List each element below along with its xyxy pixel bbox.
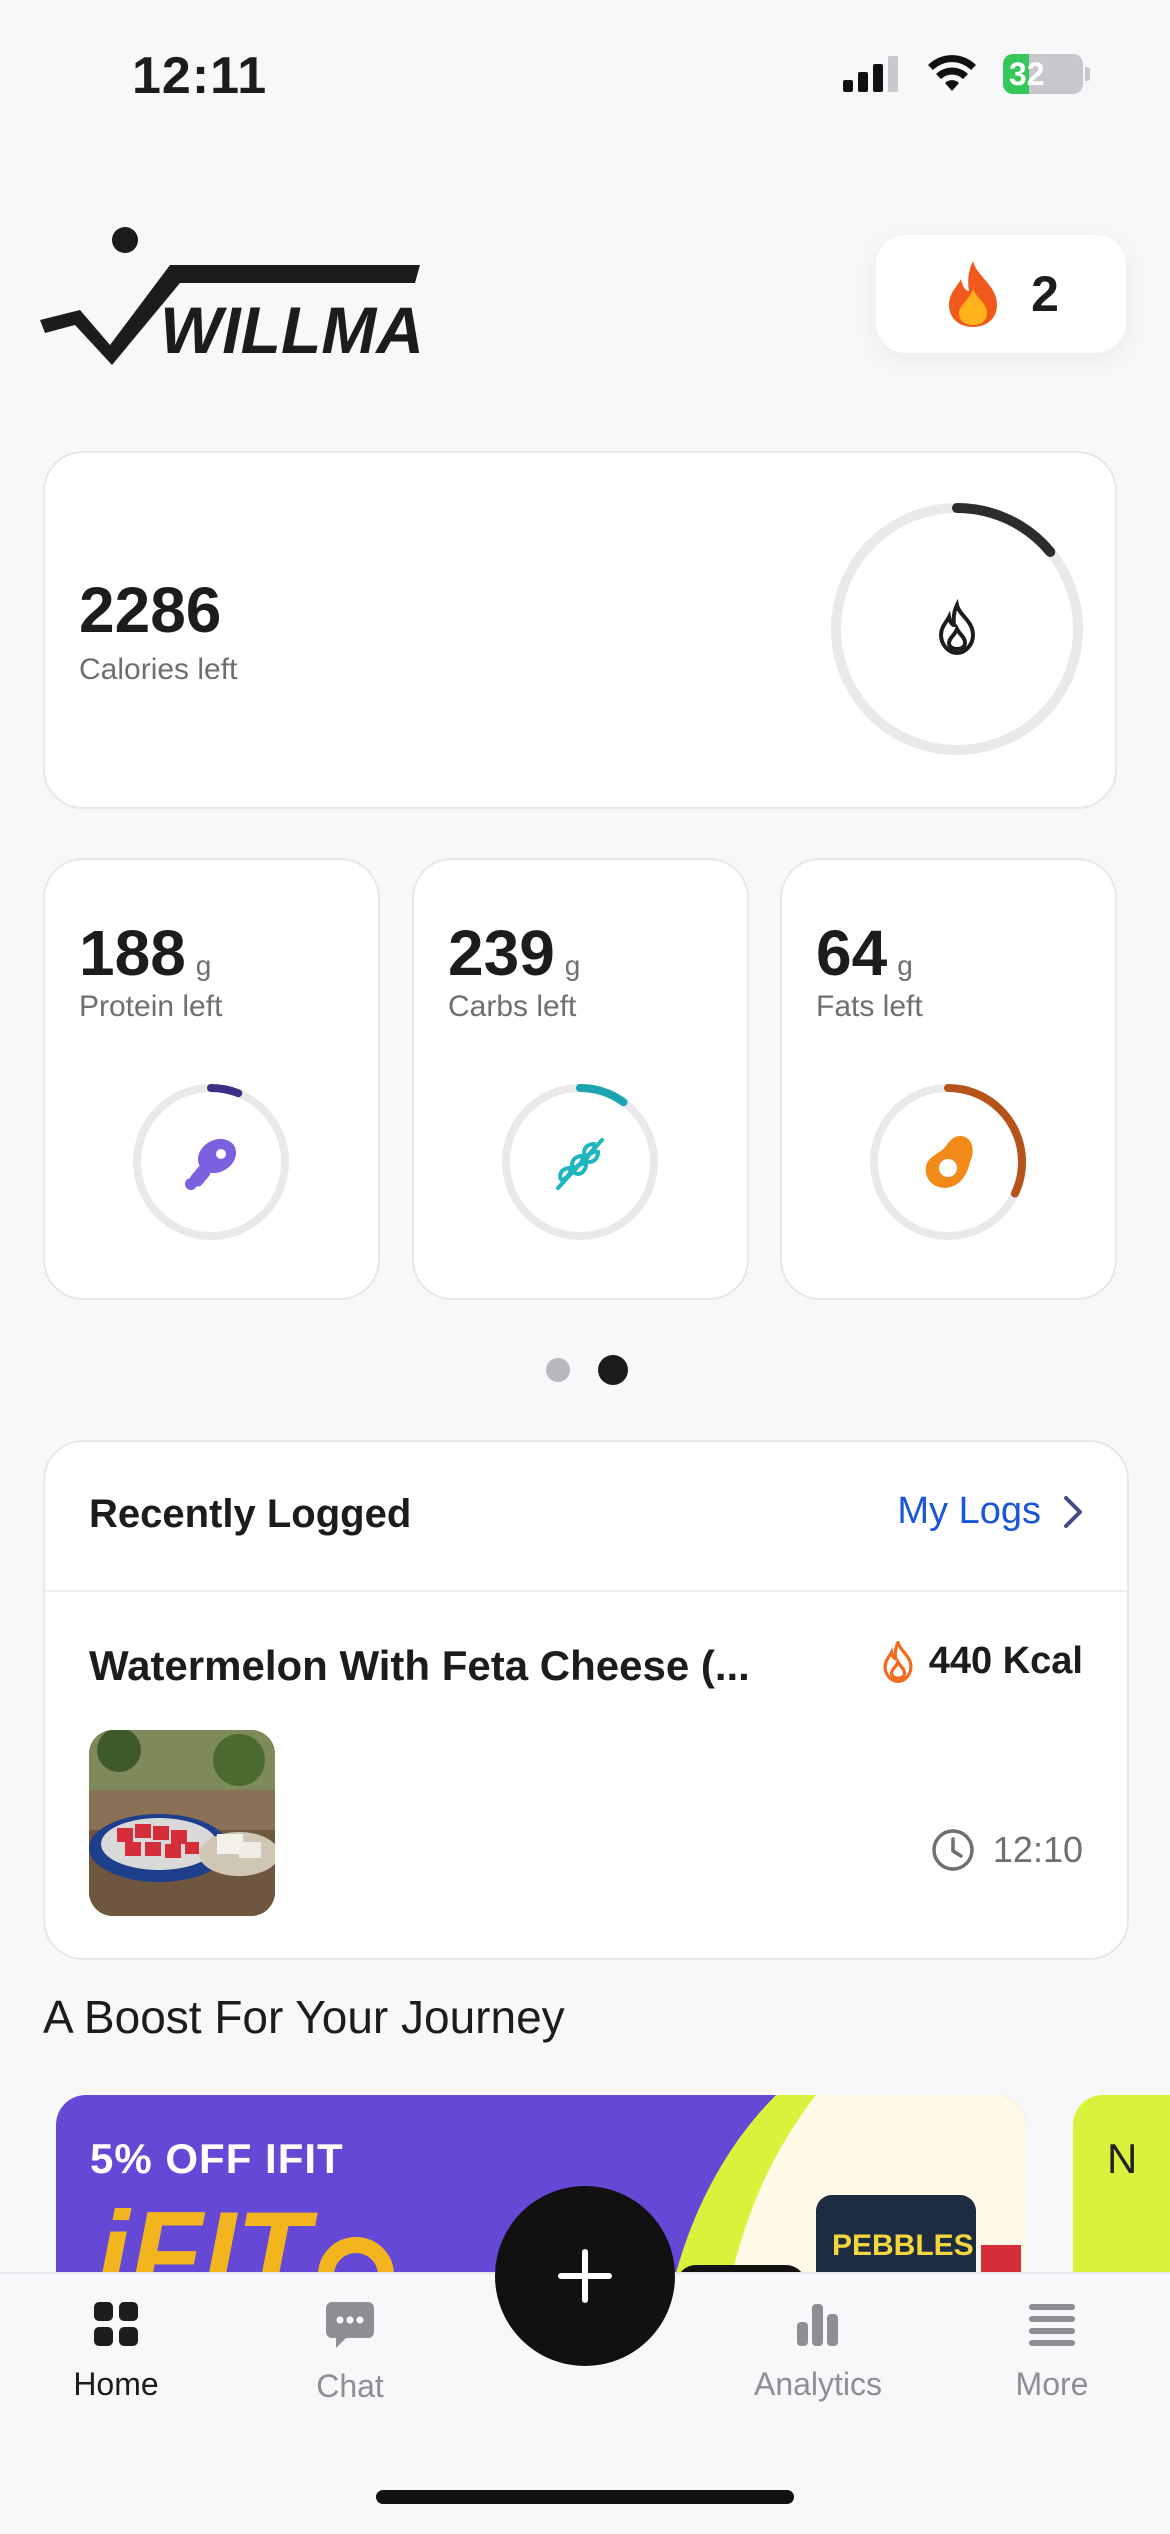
recently-logged-card: Recently Logged My Logs Watermelon With … xyxy=(43,1440,1129,1960)
menu-icon xyxy=(1029,2304,1075,2346)
my-logs-label: My Logs xyxy=(897,1490,1041,1532)
signal-icon xyxy=(843,56,898,92)
wheat-icon xyxy=(556,1138,604,1190)
calories-label: Calories left xyxy=(79,653,238,686)
protein-ring xyxy=(131,1082,291,1247)
tab-chat[interactable]: Chat xyxy=(250,2300,450,2405)
food-photo[interactable] xyxy=(89,1730,275,1916)
tab-home-label: Home xyxy=(73,2366,159,2402)
home-indicator xyxy=(376,2490,794,2504)
tab-chat-label: Chat xyxy=(316,2368,384,2404)
plus-icon xyxy=(558,2249,612,2303)
promo-next-text: N xyxy=(1107,2135,1138,2182)
tab-analytics-label: Analytics xyxy=(753,2366,883,2402)
svg-text:WILLMA: WILLMA xyxy=(160,293,424,365)
protein-label: Protein left xyxy=(79,990,223,1023)
clock-icon xyxy=(932,1829,974,1871)
streak-badge[interactable]: 2 xyxy=(876,235,1126,353)
kcal-value: 440 Kcal xyxy=(928,1640,1083,1682)
protein-card[interactable]: 188 g Protein left xyxy=(43,858,380,1300)
carbs-card[interactable]: 239 g Carbs left xyxy=(412,858,749,1300)
log-time: 12:10 xyxy=(931,1828,1083,1872)
flame-icon xyxy=(883,1640,913,1683)
promo-text: 5% OFF IFIT xyxy=(90,2135,344,2182)
willma-logo: WILLMA xyxy=(40,225,440,370)
calories-ring xyxy=(829,501,1085,762)
flame-icon xyxy=(938,598,976,656)
page-dot-2[interactable] xyxy=(598,1355,628,1385)
status-icons: 32 xyxy=(843,54,1090,94)
carbs-ring xyxy=(500,1082,660,1247)
log-time-value: 12:10 xyxy=(992,1829,1083,1870)
avocado-icon xyxy=(925,1136,973,1188)
grid-icon xyxy=(94,2302,138,2346)
chat-icon xyxy=(326,2302,374,2348)
fats-label: Fats left xyxy=(816,990,923,1023)
streak-count: 2 xyxy=(1031,266,1059,322)
boost-section-title: A Boost For Your Journey xyxy=(43,1991,565,2043)
tab-analytics[interactable]: Analytics xyxy=(718,2300,918,2403)
tab-more-label: More xyxy=(1015,2366,1089,2402)
fire-icon xyxy=(949,261,998,327)
food-kcal: 440 Kcal xyxy=(881,1640,1083,1683)
chevron-right-icon xyxy=(1064,1495,1082,1528)
svg-text:PEBBLES: PEBBLES xyxy=(832,2229,974,2262)
food-name[interactable]: Watermelon With Feta Cheese (... xyxy=(89,1642,809,1690)
fats-value: 64 g xyxy=(816,917,913,989)
drumstick-icon xyxy=(185,1138,237,1190)
page-indicator[interactable] xyxy=(546,1355,628,1385)
carbs-label: Carbs left xyxy=(448,990,577,1023)
bar-chart-icon xyxy=(797,2304,838,2346)
carbs-value: 239 g xyxy=(448,917,581,989)
protein-value: 188 g xyxy=(79,917,212,989)
battery-level: 32 xyxy=(1009,56,1045,92)
tab-more[interactable]: More xyxy=(952,2300,1152,2403)
calories-value: 2286 xyxy=(79,574,222,646)
divider xyxy=(45,1590,1127,1592)
status-time: 12:11 xyxy=(132,47,268,105)
add-log-button[interactable] xyxy=(495,2186,675,2366)
wifi-icon xyxy=(928,55,976,91)
recently-logged-title: Recently Logged xyxy=(89,1492,412,1536)
fats-card[interactable]: 64 g Fats left xyxy=(780,858,1117,1300)
calories-card[interactable]: 2286 Calories left xyxy=(43,451,1117,809)
battery-icon: 32 xyxy=(1003,54,1083,94)
my-logs-link[interactable]: My Logs xyxy=(897,1490,1083,1533)
page-dot-1[interactable] xyxy=(546,1358,570,1382)
fats-ring xyxy=(868,1082,1028,1247)
tab-home[interactable]: Home xyxy=(16,2300,216,2403)
